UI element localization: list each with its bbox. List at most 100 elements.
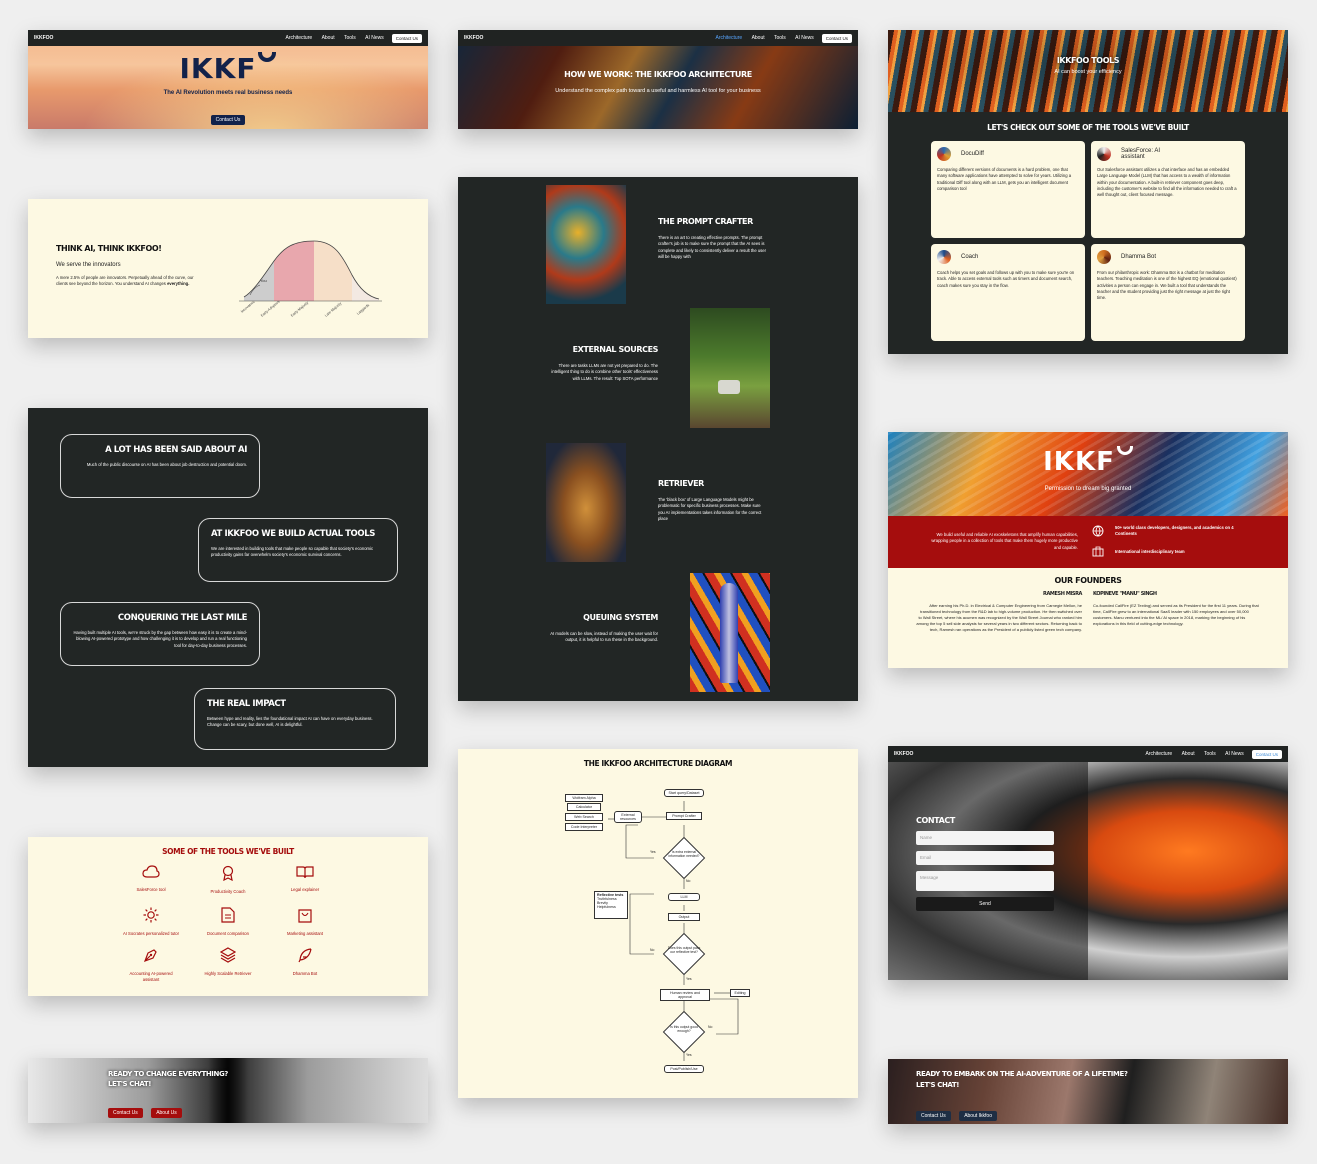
tool-label-socrates: AI Socrates personalized tutor bbox=[122, 931, 180, 936]
tool-productivity-coach[interactable]: Productivity Coach bbox=[198, 865, 258, 895]
architecture-hero-subtitle: Understand the complex path toward a use… bbox=[555, 88, 761, 94]
said-body-1: Much of the public discourse on AI has b… bbox=[86, 462, 247, 467]
tool-scalable-retriever[interactable]: Highly Scalable Retriever bbox=[198, 947, 258, 977]
tool-card-dhamma-bot[interactable]: Dhamma Bot From our philanthropic work: … bbox=[1091, 244, 1245, 341]
arch-body-external-sources: There are tasks LLMs are not yet prepare… bbox=[551, 363, 658, 381]
founder-name-2: KOPINEVE "MANU" SINGH bbox=[1093, 591, 1157, 597]
nav-contact-button[interactable]: Contact Us bbox=[1251, 749, 1282, 759]
nav-link-tools[interactable]: Tools bbox=[1204, 751, 1216, 757]
nav-brand[interactable]: IKKFOO bbox=[464, 35, 707, 41]
nav-link-ai-news[interactable]: AI News bbox=[1225, 751, 1244, 757]
logo-arc-icon bbox=[258, 52, 277, 62]
founders-title: OUR FOUNDERS bbox=[1054, 576, 1122, 585]
nav-link-ai-news[interactable]: AI News bbox=[795, 35, 814, 41]
nav-link-ai-news[interactable]: AI News bbox=[365, 35, 384, 41]
curve-label-laggards: Laggards bbox=[356, 303, 370, 316]
cta-change-card: READY TO CHANGE EVERYTHING? LET'S CHAT! … bbox=[28, 1058, 428, 1123]
prompt-crafter-image bbox=[546, 185, 626, 304]
queuing-rocket-image bbox=[690, 573, 770, 692]
tool-dhamma-bot[interactable]: Dhamma Bot bbox=[275, 947, 335, 977]
tool-card-docudiff[interactable]: DocuDiff Comparing different versions of… bbox=[931, 141, 1085, 238]
email-field[interactable]: Email bbox=[916, 851, 1054, 865]
send-button[interactable]: Send bbox=[916, 897, 1054, 911]
q3-yes-label: Yes bbox=[686, 1053, 692, 1057]
cta2-about-button[interactable]: About Ikkfoo bbox=[959, 1111, 997, 1121]
hero-contact-button[interactable]: Contact Us bbox=[210, 115, 246, 125]
layers-icon bbox=[219, 947, 237, 963]
globe-icon bbox=[1092, 525, 1104, 537]
home-hero-card: IKKFOO Architecture About Tools AI News … bbox=[28, 30, 428, 129]
tool-card-coach[interactable]: Coach Coach helps you set goals and foll… bbox=[931, 244, 1085, 341]
car-shape bbox=[718, 380, 740, 394]
founder-name-1: RAMESH MISRA bbox=[1043, 591, 1082, 597]
logo-arc-icon bbox=[1116, 446, 1133, 455]
tool-document-comparison[interactable]: Document comparison bbox=[198, 907, 258, 937]
rocket-shape bbox=[720, 583, 738, 683]
cloud-icon bbox=[142, 865, 160, 878]
cta1-contact-button[interactable]: Contact Us bbox=[108, 1108, 143, 1118]
shopping-bag-icon bbox=[298, 909, 312, 923]
nav-contact-button[interactable]: Contact Us bbox=[391, 33, 422, 43]
tool-label-marketing: Marketing assistant bbox=[286, 931, 324, 936]
q2-no-label: No bbox=[650, 948, 655, 952]
tool-label-salesforce: SalesForce tool bbox=[136, 887, 166, 892]
tool-card-salesforce[interactable]: SalesForce: AI assistant Our Salesforce … bbox=[1091, 141, 1245, 238]
q3-no-label: No bbox=[708, 1025, 713, 1029]
cta2-contact-button[interactable]: Contact Us bbox=[916, 1111, 951, 1121]
founder-bio-1: After earning his Ph.D. in Electrical & … bbox=[916, 603, 1082, 632]
salesforce-name: SalesForce: AI assistant bbox=[1121, 148, 1161, 160]
nav-link-about[interactable]: About bbox=[752, 35, 765, 41]
nav-brand[interactable]: IKKFOO bbox=[34, 35, 277, 41]
curve-label-late-majority: Late Majority bbox=[324, 301, 342, 317]
said-title-4: THE REAL IMPACT bbox=[207, 699, 286, 709]
adoption-curve-chart: You Innovators Early Adopters Early Majo… bbox=[239, 240, 382, 318]
dhamma-body: From our philanthropic work: Dhamma Bot … bbox=[1097, 270, 1237, 301]
about-tagline: Permission to dream big granted bbox=[1044, 486, 1132, 492]
dhamma-avatar bbox=[1097, 250, 1111, 264]
prompt-crafter-node: Prompt Crafter bbox=[666, 812, 702, 820]
nav-link-about[interactable]: About bbox=[1182, 751, 1195, 757]
nav-link-architecture[interactable]: Architecture bbox=[1145, 751, 1172, 757]
said-bubble-1: A LOT HAS BEEN SAID ABOUT AI Much of the… bbox=[60, 434, 260, 498]
nav-contact-button[interactable]: Contact Us bbox=[821, 33, 852, 43]
source-web-search: Web Search bbox=[565, 813, 603, 821]
award-icon bbox=[222, 865, 234, 882]
sun-icon bbox=[143, 907, 159, 923]
nav-link-architecture[interactable]: Architecture bbox=[715, 35, 742, 41]
stat-developers: 50+ world class developers, designers, a… bbox=[1115, 525, 1234, 537]
tool-label-retriever: Highly Scalable Retriever bbox=[204, 971, 252, 976]
arch-title-prompt-crafter: THE PROMPT CRAFTER bbox=[658, 217, 753, 226]
dhamma-name: Dhamma Bot bbox=[1121, 254, 1157, 260]
nav-link-tools[interactable]: Tools bbox=[774, 35, 786, 41]
said-body-3: Having built multiple AI tools, we're st… bbox=[73, 630, 247, 648]
name-field[interactable]: Name bbox=[916, 831, 1054, 845]
docudiff-avatar bbox=[937, 147, 951, 161]
said-title-2: AT IKKFOO WE BUILD ACTUAL TOOLS bbox=[211, 529, 375, 539]
contact-page-card: IKKFOO Architecture About Tools AI News … bbox=[888, 746, 1288, 980]
nav-link-architecture[interactable]: Architecture bbox=[285, 35, 312, 41]
book-icon bbox=[296, 866, 314, 879]
tool-legal-explainer[interactable]: Legal explainer bbox=[275, 865, 335, 893]
docudiff-name: DocuDiff bbox=[961, 151, 984, 157]
nav-brand[interactable]: IKKFOO bbox=[894, 751, 1137, 757]
architecture-navbar: IKKFOO Architecture About Tools AI News … bbox=[458, 30, 858, 46]
briefcase-icon bbox=[1092, 546, 1104, 557]
tool-marketing-assistant[interactable]: Marketing assistant bbox=[275, 907, 335, 937]
salesforce-avatar bbox=[1097, 147, 1111, 161]
tool-ai-socrates[interactable]: AI Socrates personalized tutor bbox=[121, 907, 181, 937]
curve-label-early-majority: Early Majority bbox=[290, 301, 309, 318]
coach-name: Coach bbox=[961, 254, 979, 260]
tool-label-document: Document comparison bbox=[207, 931, 249, 936]
tool-accounting-assistant[interactable]: Accounting AI-powered assistant bbox=[121, 947, 181, 983]
cta1-subtitle: LET'S CHAT! bbox=[108, 1080, 152, 1088]
nav-link-about[interactable]: About bbox=[322, 35, 335, 41]
message-field[interactable]: Message bbox=[916, 871, 1054, 891]
q1-no-label: No bbox=[686, 879, 691, 883]
good-enough-decision-text: Is this output good enough? bbox=[670, 1025, 698, 1033]
cta1-about-button[interactable]: About Us bbox=[151, 1108, 182, 1118]
said-title-3: CONQUERING THE LAST MILE bbox=[117, 613, 247, 623]
tool-salesforce[interactable]: SalesForce tool bbox=[121, 865, 181, 893]
cta-adventure-card: READY TO EMBARK ON THE AI-ADVENTURE OF A… bbox=[888, 1059, 1288, 1124]
nav-link-tools[interactable]: Tools bbox=[344, 35, 356, 41]
late-majority-area bbox=[314, 241, 352, 301]
